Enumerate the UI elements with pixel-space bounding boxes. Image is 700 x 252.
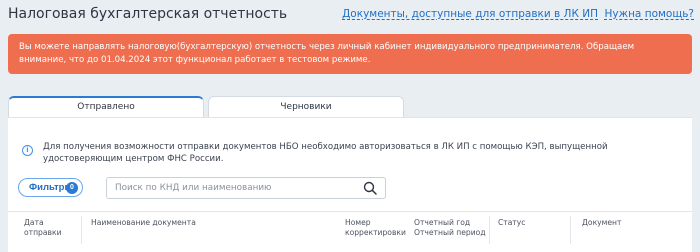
tabs: Отправлено Черновики <box>8 96 404 118</box>
column-divider <box>489 216 490 244</box>
column-divider <box>570 216 571 244</box>
column-label: Наименование документа <box>91 218 196 227</box>
column-label: Документ <box>582 218 622 227</box>
column-header-correction-number[interactable]: Номер корректировки <box>345 218 406 238</box>
search-box <box>106 177 386 199</box>
test-mode-alert: Вы можете направлять налоговую(бухгалтер… <box>8 34 692 74</box>
column-label: Номер корректировки <box>345 218 406 237</box>
info-icon: i <box>22 145 33 156</box>
column-header-reporting-period[interactable]: Отчетный год Отчетный период <box>414 218 494 238</box>
column-label: Дата отправки <box>24 218 62 237</box>
table-header: Дата отправки Наименование документа Ном… <box>8 211 692 251</box>
column-header-document[interactable]: Документ <box>582 218 642 228</box>
column-divider <box>81 216 82 244</box>
column-header-document-name[interactable]: Наименование документа <box>91 218 331 228</box>
search-input[interactable] <box>107 178 352 198</box>
help-link[interactable]: Нужна помощь? <box>605 8 695 20</box>
tab-drafts[interactable]: Черновики <box>208 96 404 118</box>
page-header: Налоговая бухгалтерская отчетность Докум… <box>8 4 694 26</box>
tab-sent[interactable]: Отправлено <box>8 96 204 118</box>
info-message: Для получения возможности отправки докум… <box>43 142 608 164</box>
column-header-status[interactable]: Статус <box>498 218 548 228</box>
column-header-send-date[interactable]: Дата отправки <box>24 218 79 238</box>
column-label: Отчетный год Отчетный период <box>414 218 486 237</box>
column-label: Статус <box>498 218 526 227</box>
search-icon[interactable] <box>363 181 377 195</box>
page-title: Налоговая бухгалтерская отчетность <box>8 6 288 22</box>
filters-count-badge: 0 <box>66 182 78 194</box>
documents-panel: i Для получения возможности отправки док… <box>8 117 692 252</box>
alert-text: Вы можете направлять налоговую(бухгалтер… <box>19 42 635 65</box>
available-documents-link[interactable]: Документы, доступные для отправки в ЛК И… <box>342 8 598 20</box>
filters-button[interactable]: Фильтры 0 <box>18 178 83 197</box>
